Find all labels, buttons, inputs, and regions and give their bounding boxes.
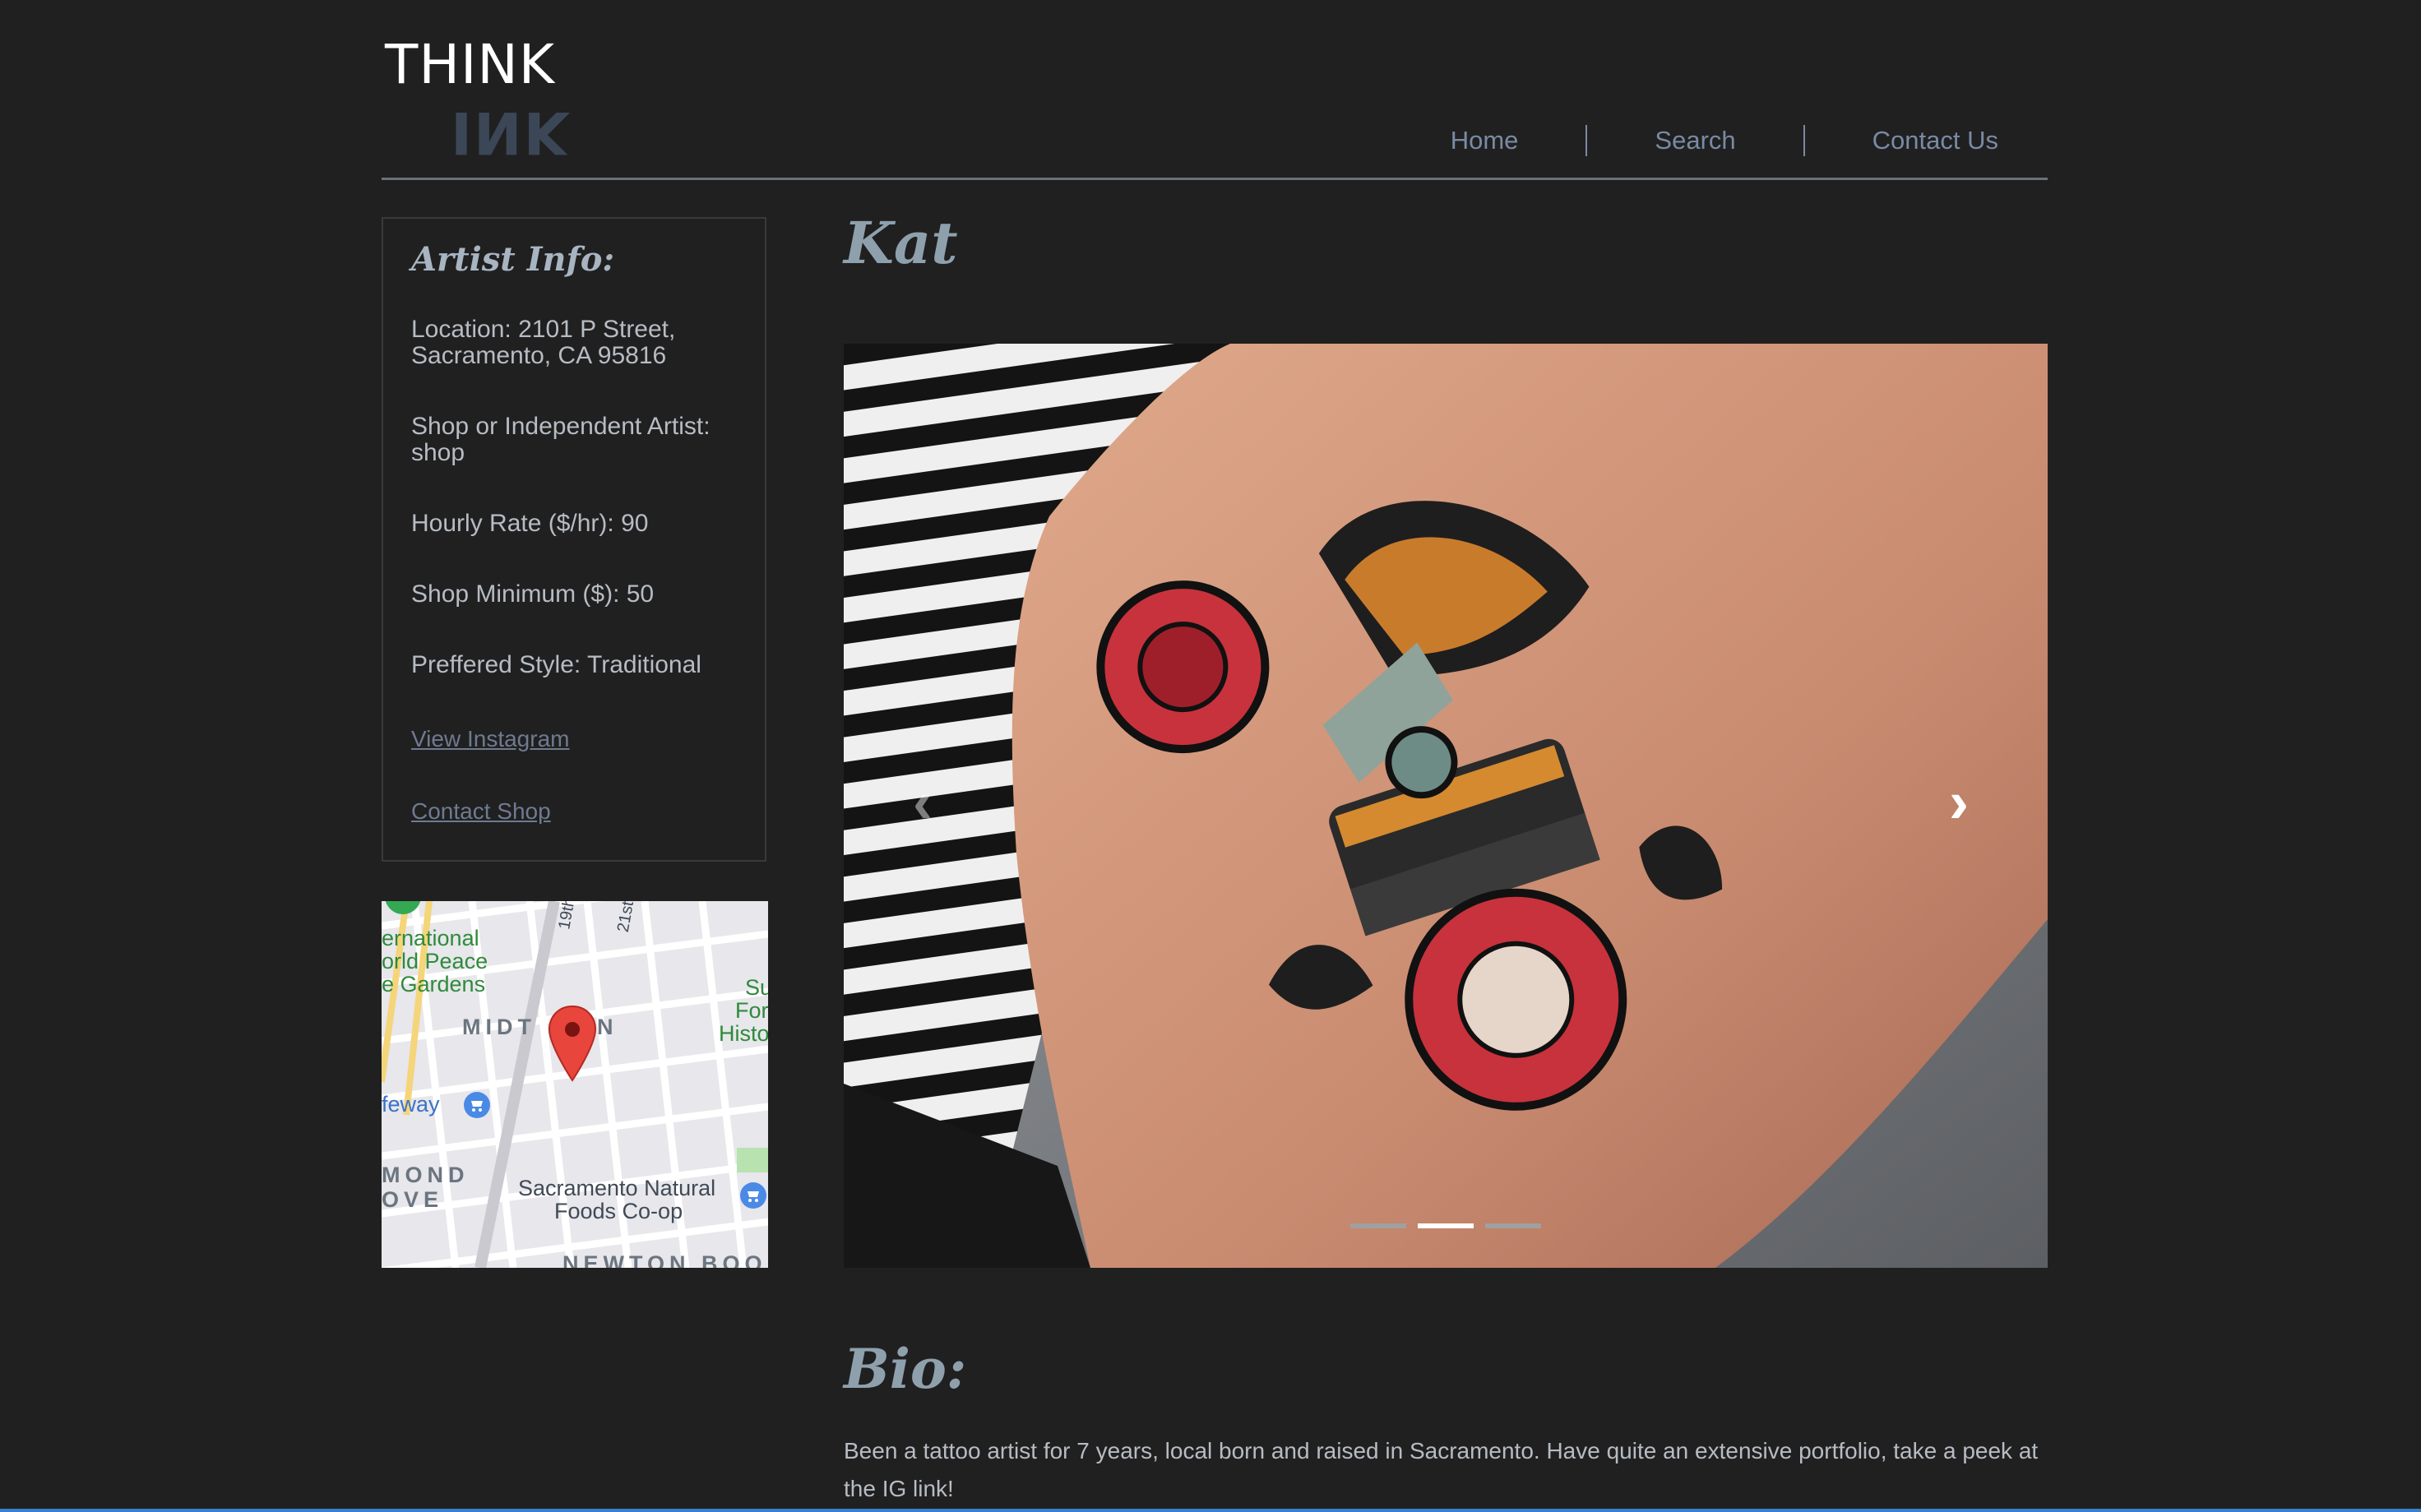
- shop-type-line-2: shop: [411, 439, 465, 466]
- tattoo-photo: [844, 344, 2048, 1268]
- carousel-prev-chevron-left-icon[interactable]: ‹: [913, 773, 933, 832]
- artist-info-panel: Artist Info: Location: 2101 P Street, Sa…: [382, 217, 766, 862]
- nav-divider: [1803, 125, 1805, 156]
- logo-think-text: THINK: [385, 33, 556, 96]
- map-label-world-peace: orld Peace: [382, 949, 488, 973]
- map-label-mond: MOND: [382, 1163, 470, 1187]
- carousel-indicator-1[interactable]: [1350, 1223, 1406, 1228]
- map-label-rose-gardens: e Gardens: [382, 972, 486, 996]
- shop-type-text: Shop or Independent Artist: shop: [411, 414, 737, 466]
- map-label-midtown-end: N: [597, 1015, 618, 1039]
- main-nav: Home Search Contact Us: [1451, 125, 1998, 156]
- carousel-indicator-3[interactable]: [1485, 1223, 1541, 1228]
- map-label-safeway: feway: [382, 1092, 440, 1117]
- map-label-histo: Histo: [719, 1021, 768, 1046]
- nav-divider: [1585, 125, 1588, 156]
- map-label-international: ernational: [382, 926, 479, 950]
- location-line-2: Sacramento, CA 95816: [411, 342, 667, 369]
- map-pin-icon[interactable]: [548, 1005, 597, 1086]
- carousel-indicators: [1350, 1223, 1541, 1228]
- nav-home-link[interactable]: Home: [1451, 126, 1519, 155]
- map-label-newton: NEWTON BOO: [562, 1251, 767, 1268]
- safeway-cart-icon[interactable]: [464, 1092, 490, 1118]
- nav-contact-link[interactable]: Contact Us: [1872, 126, 1998, 155]
- map-label-midtown: MIDT: [462, 1015, 536, 1039]
- location-text: Location: 2101 P Street, Sacramento, CA …: [411, 317, 737, 369]
- logo-ink-text: INK: [451, 99, 570, 166]
- portfolio-carousel[interactable]: ‹ ›: [844, 344, 2048, 1268]
- site-header: THINK INK Home Search Contact Us: [382, 33, 2048, 180]
- map-label-natural-foods-1: Sacramento Natural: [518, 1176, 716, 1200]
- map-label-su: Su: [745, 975, 768, 1000]
- view-instagram-link[interactable]: View Instagram: [411, 726, 737, 752]
- map-label-for: For: [735, 998, 768, 1023]
- carousel-next-chevron-right-icon[interactable]: ›: [1949, 773, 1969, 832]
- page-bottom-border: [0, 1509, 2421, 1512]
- contact-shop-link[interactable]: Contact Shop: [411, 798, 737, 825]
- bio-text: Been a tattoo artist for 7 years, local …: [844, 1438, 2039, 1501]
- natural-foods-cart-icon[interactable]: [740, 1182, 766, 1209]
- carousel-indicator-2[interactable]: [1418, 1223, 1474, 1228]
- artist-info-heading: Artist Info:: [411, 240, 615, 279]
- shop-minimum-text: Shop Minimum ($): 50: [411, 580, 655, 608]
- bio-heading: Bio:: [844, 1337, 967, 1401]
- preferred-style-text: Preffered Style: Traditional: [411, 651, 701, 678]
- shop-type-line-1: Shop or Independent Artist:: [411, 413, 711, 440]
- think-ink-logo[interactable]: THINK INK: [383, 33, 572, 167]
- nav-search-link[interactable]: Search: [1655, 126, 1735, 155]
- hourly-rate-text: Hourly Rate ($/hr): 90: [411, 510, 649, 537]
- location-line-1: Location: 2101 P Street,: [411, 316, 676, 343]
- location-map[interactable]: 19th 21st ernational orld Peace e Garden…: [382, 901, 768, 1268]
- map-label-natural-foods-2: Foods Co-op: [554, 1199, 683, 1223]
- map-label-ove: OVE: [382, 1187, 444, 1212]
- artist-name-heading: Kat: [844, 209, 958, 277]
